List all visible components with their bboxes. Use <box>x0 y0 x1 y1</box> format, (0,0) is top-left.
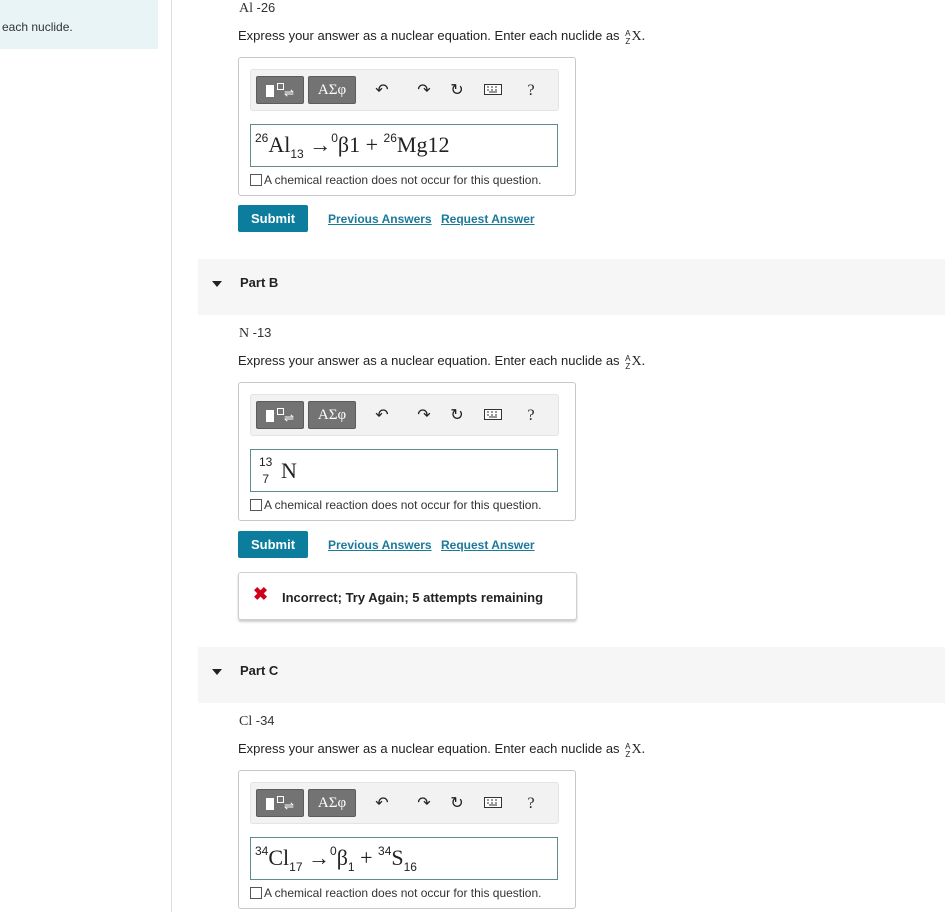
greek-symbols-button[interactable]: ΑΣφ <box>308 76 356 104</box>
undo-icon[interactable]: ↶ <box>372 81 392 101</box>
reset-icon[interactable]: ↻ <box>447 81 467 101</box>
part-a-answer-box: ⇌ ΑΣφ ↶ ↷ ↻ ? 26Al13 →0β1 + 26Mg12 A che… <box>238 57 576 196</box>
sidebar-panel: each nuclide. <box>0 0 158 49</box>
feedback-text: Incorrect; Try Again; 5 attempts remaini… <box>282 590 544 605</box>
divider <box>171 0 172 912</box>
part-b-answer-box: ⇌ ΑΣφ ↶ ↷ ↻ ? 13 7 N A chemical reaction … <box>238 382 576 521</box>
keyboard-icon[interactable] <box>483 406 503 426</box>
redo-icon[interactable]: ↷ <box>414 81 434 101</box>
part-b-instruction: Express your answer as a nuclear equatio… <box>238 353 646 371</box>
greek-symbols-button[interactable]: ΑΣφ <box>308 789 356 817</box>
templates-icon[interactable]: ⇌ <box>256 401 304 429</box>
answer-input[interactable]: 34Cl17 →0β1 + 34S16 <box>250 837 558 880</box>
part-a-nuclide: Al -26 <box>239 0 276 16</box>
part-a-instruction: Express your answer as a nuclear equatio… <box>238 28 646 46</box>
redo-icon[interactable]: ↷ <box>414 794 434 814</box>
keyboard-icon[interactable] <box>483 81 503 101</box>
part-c-answer-box: ⇌ ΑΣφ ↶ ↷ ↻ ? 34Cl17 →0β1 + 34S16 A chem… <box>238 770 576 909</box>
greek-symbols-button[interactable]: ΑΣφ <box>308 401 356 429</box>
part-title: Part B <box>240 275 279 290</box>
caret-down-icon <box>212 669 222 675</box>
answer-input[interactable]: 26Al13 →0β1 + 26Mg12 <box>250 124 558 167</box>
previous-answers-link[interactable]: Previous Answers <box>328 538 432 552</box>
part-c-instruction: Express your answer as a nuclear equatio… <box>238 741 646 759</box>
reset-icon[interactable]: ↻ <box>447 406 467 426</box>
undo-icon[interactable]: ↶ <box>372 406 392 426</box>
no-reaction-checkbox[interactable]: A chemical reaction does not occur for t… <box>250 173 541 187</box>
math-toolbar: ⇌ ΑΣφ ↶ ↷ ↻ ? <box>250 782 559 824</box>
submit-button[interactable]: Submit <box>238 531 308 558</box>
part-c-header[interactable]: Part C <box>198 647 945 703</box>
templates-icon[interactable]: ⇌ <box>256 789 304 817</box>
part-c-nuclide: Cl -34 <box>239 713 275 729</box>
submit-button[interactable]: Submit <box>238 205 308 232</box>
sidebar-text: each nuclide. <box>2 20 73 34</box>
request-answer-link[interactable]: Request Answer <box>441 212 535 226</box>
help-button[interactable]: ? <box>523 794 539 814</box>
math-toolbar: ⇌ ΑΣφ ↶ ↷ ↻ ? <box>250 69 559 111</box>
request-answer-link[interactable]: Request Answer <box>441 538 535 552</box>
part-b-header[interactable]: Part B <box>198 259 945 315</box>
keyboard-icon[interactable] <box>483 794 503 814</box>
undo-icon[interactable]: ↶ <box>372 794 392 814</box>
math-toolbar: ⇌ ΑΣφ ↶ ↷ ↻ ? <box>250 394 559 436</box>
answer-input[interactable]: 13 7 N <box>250 449 558 492</box>
previous-answers-link[interactable]: Previous Answers <box>328 212 432 226</box>
feedback-message: ✖ Incorrect; Try Again; 5 attempts remai… <box>238 572 577 620</box>
redo-icon[interactable]: ↷ <box>414 406 434 426</box>
help-button[interactable]: ? <box>523 406 539 426</box>
help-button[interactable]: ? <box>523 81 539 101</box>
part-title: Part C <box>240 663 279 678</box>
templates-icon[interactable]: ⇌ <box>256 76 304 104</box>
part-b-nuclide: N -13 <box>239 325 272 341</box>
caret-down-icon <box>212 281 222 287</box>
x-icon: ✖ <box>253 584 269 604</box>
no-reaction-checkbox[interactable]: A chemical reaction does not occur for t… <box>250 886 541 900</box>
no-reaction-checkbox[interactable]: A chemical reaction does not occur for t… <box>250 498 541 512</box>
reset-icon[interactable]: ↻ <box>447 794 467 814</box>
